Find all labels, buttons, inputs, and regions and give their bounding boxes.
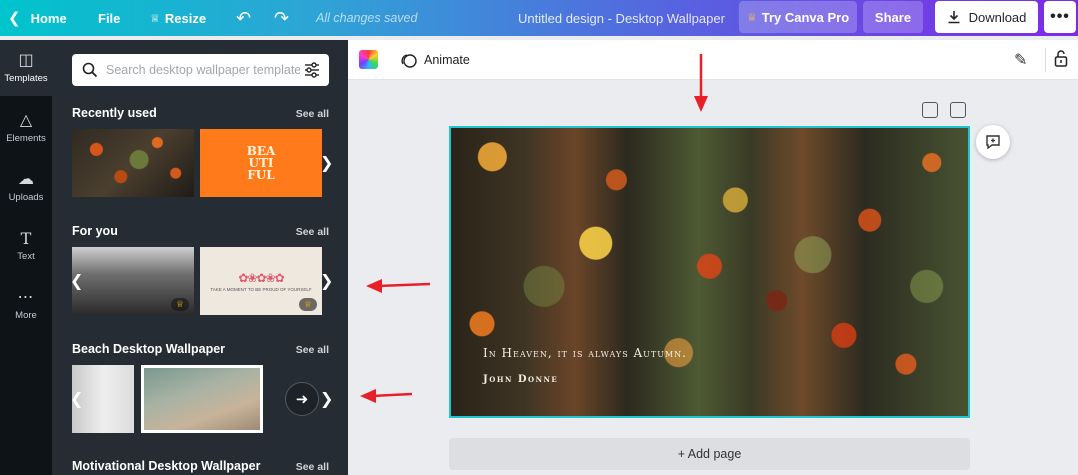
- rail-item-templates[interactable]: ◫ Templates: [0, 40, 52, 96]
- flowers-icon: ✿❀✿❀✿: [238, 270, 284, 285]
- quote-text[interactable]: In Heaven, it is always Autumn.: [483, 346, 687, 360]
- templates-panel: Recently used See all BEA UTI FUL ❯ For …: [52, 40, 348, 475]
- home-button[interactable]: ❮ Home: [8, 0, 67, 36]
- section-title-for-you: For you: [72, 224, 118, 238]
- rail-label: Text: [17, 250, 35, 262]
- redo-icon[interactable]: ↷: [274, 0, 289, 36]
- search-icon: [82, 62, 98, 78]
- more-icon: ⋯: [17, 288, 35, 306]
- animate-icon: [401, 53, 417, 68]
- animate-label: Animate: [424, 53, 470, 67]
- download-button[interactable]: Download: [935, 1, 1038, 33]
- section-title-recently-used: Recently used: [72, 106, 157, 120]
- rail-label: Uploads: [8, 191, 44, 203]
- chevron-right-icon[interactable]: ❯: [320, 389, 333, 409]
- download-label: Download: [968, 9, 1027, 25]
- add-comment-icon[interactable]: [976, 125, 1010, 159]
- rail-label: Templates: [4, 72, 48, 84]
- color-picker-icon[interactable]: [359, 50, 378, 69]
- template-thumbnail[interactable]: [72, 129, 194, 197]
- chevron-right-icon[interactable]: ❯: [320, 153, 333, 173]
- rail-item-text[interactable]: T Text: [0, 218, 52, 274]
- see-all-beach[interactable]: See all: [296, 344, 329, 356]
- section-title-motivational: Motivational Desktop Wallpaper: [72, 459, 261, 473]
- template-thumbnail[interactable]: BEA UTI FUL: [200, 129, 322, 197]
- download-icon: [948, 11, 960, 24]
- toolbar-divider: [1045, 48, 1046, 72]
- add-page-button[interactable]: + Add page: [449, 438, 970, 470]
- template-thumbnail[interactable]: [141, 365, 263, 433]
- see-all-for-you[interactable]: See all: [296, 226, 329, 238]
- search-input[interactable]: [106, 63, 300, 77]
- see-all-motivational[interactable]: See all: [296, 461, 329, 473]
- rail-label: More: [15, 309, 37, 321]
- editor-toolbar: Animate ✎: [348, 40, 1078, 80]
- share-button[interactable]: Share: [863, 1, 923, 33]
- add-page-icon[interactable]: [950, 102, 966, 118]
- see-all-recently-used[interactable]: See all: [296, 108, 329, 120]
- rail-item-more[interactable]: ⋯ More: [0, 277, 52, 333]
- text-icon: T: [20, 228, 32, 248]
- chevron-left-icon: ❮: [8, 10, 21, 27]
- chevron-right-icon[interactable]: ❯: [320, 271, 333, 291]
- chevron-left-icon[interactable]: ❮: [70, 389, 83, 409]
- design-canvas[interactable]: In Heaven, it is always Autumn. John Don…: [449, 126, 970, 418]
- rail-label: Elements: [6, 132, 46, 144]
- uploads-icon: ☁: [18, 170, 34, 188]
- try-canva-pro-button[interactable]: ♕ Try Canva Pro: [739, 1, 857, 33]
- template-thumbnail[interactable]: ✿❀✿❀✿ TAKE A MOMENT TO BE PROUD OF YOURS…: [200, 247, 322, 315]
- top-bar: ❮ Home File ♕ Resize ↶ ↷ All changes sav…: [0, 0, 1078, 36]
- section-title-beach: Beach Desktop Wallpaper: [72, 342, 226, 356]
- animate-button[interactable]: Animate: [400, 40, 470, 80]
- lock-icon[interactable]: [1054, 49, 1068, 72]
- thumbnail-text: TAKE A MOMENT TO BE PROUD OF YOURSELF: [210, 286, 312, 292]
- more-options-button[interactable]: •••: [1044, 1, 1076, 33]
- home-label: Home: [30, 10, 67, 26]
- save-status: All changes saved: [316, 11, 418, 25]
- crown-icon: ♕: [746, 11, 757, 24]
- duplicate-page-icon[interactable]: [922, 102, 938, 118]
- thumbnail-text: BEA UTI FUL: [246, 144, 276, 182]
- resize-label: Resize: [164, 10, 207, 26]
- try-pro-label: Try Canva Pro: [761, 9, 850, 25]
- author-text[interactable]: John Donne: [483, 374, 558, 385]
- resize-button[interactable]: ♕ Resize: [150, 0, 206, 36]
- paint-roller-icon[interactable]: ✎: [1014, 50, 1027, 70]
- filter-sliders-icon[interactable]: [303, 61, 321, 79]
- template-thumbnail[interactable]: ♕: [72, 247, 194, 315]
- templates-icon: ◫: [18, 51, 34, 69]
- crown-icon: ♕: [170, 298, 189, 311]
- arrow-right-icon[interactable]: ➜: [285, 382, 319, 416]
- undo-icon[interactable]: ↶: [236, 0, 251, 36]
- search-box[interactable]: [72, 54, 329, 86]
- side-rail: ◫ Templates △ Elements ☁ Uploads T Text …: [0, 40, 52, 475]
- chevron-left-icon[interactable]: ❮: [70, 271, 83, 291]
- rail-item-uploads[interactable]: ☁ Uploads: [0, 159, 52, 215]
- rail-item-elements[interactable]: △ Elements: [0, 100, 52, 156]
- crown-icon: ♕: [150, 12, 160, 25]
- file-menu-button[interactable]: File: [98, 0, 120, 36]
- elements-icon: △: [19, 111, 33, 129]
- document-title[interactable]: Untitled design - Desktop Wallpaper: [518, 0, 725, 36]
- crown-icon: ♕: [298, 298, 317, 311]
